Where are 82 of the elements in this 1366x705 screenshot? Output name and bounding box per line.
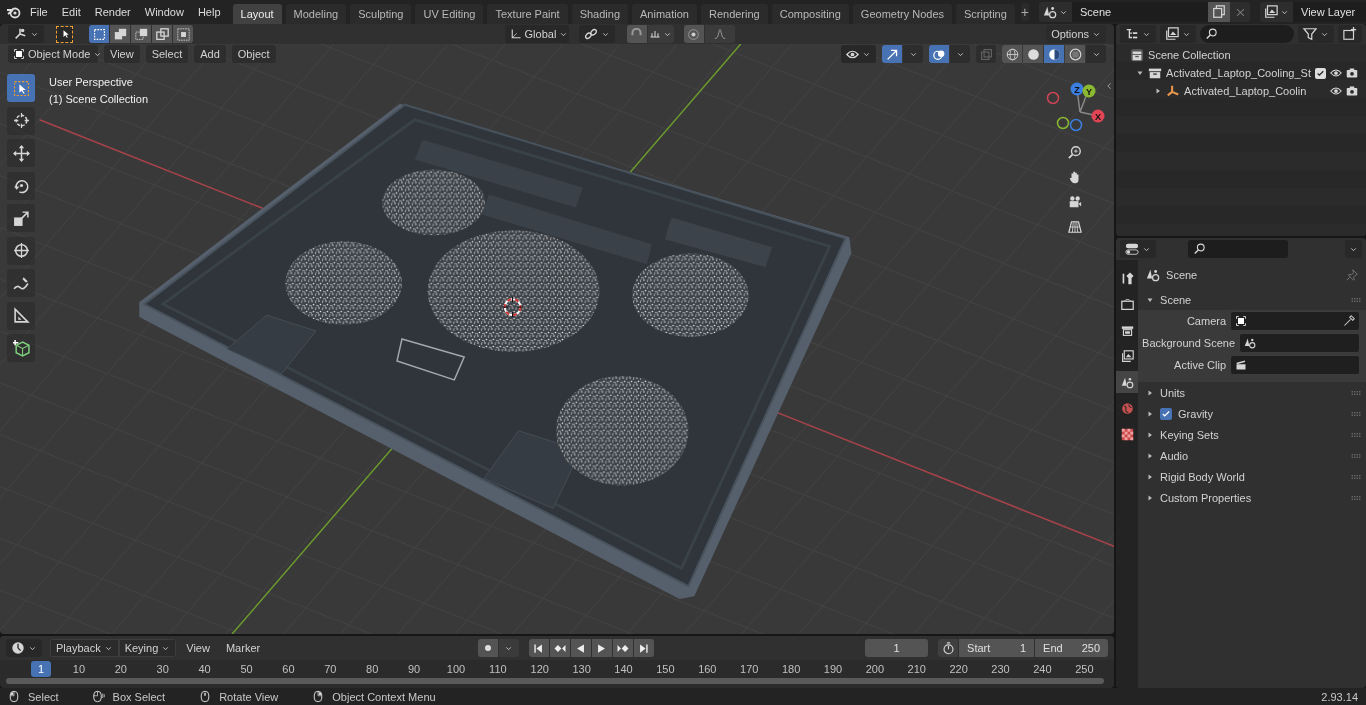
frame-number: 190 (822, 662, 844, 677)
status-hint-label: Object Context Menu (332, 690, 436, 703)
viewport-menu[interactable]: Add (194, 45, 226, 63)
add-workspace-button[interactable]: + (1020, 3, 1029, 21)
workspace-tab[interactable]: Rendering (700, 4, 768, 24)
frame-number: 210 (906, 662, 927, 677)
frame-number: 110 (488, 662, 508, 677)
timeline-menu[interactable]: View (180, 642, 216, 654)
start-frame-field[interactable]: Start 1 (959, 639, 1035, 657)
outliner-item-label[interactable]: Activated_Laptop_Coolin (1184, 85, 1326, 97)
status-hint-label: Rotate View (219, 690, 279, 703)
menu-item[interactable]: Edit (55, 3, 87, 21)
workspace-tab[interactable]: Texture Paint (487, 4, 568, 24)
context-breadcrumb: Scene (1166, 269, 1199, 281)
menu-item[interactable]: Help (191, 3, 227, 21)
transform-orientation-dropdown[interactable]: Global (504, 25, 569, 43)
scene-name-field[interactable]: Scene (1072, 2, 1208, 22)
workspace-tab[interactable]: Geometry Nodes (852, 4, 952, 24)
playhead-frame-marker[interactable]: 1 (31, 661, 51, 677)
frame-number: 160 (697, 662, 718, 677)
workspace-tab[interactable]: Modeling (285, 4, 347, 24)
current-frame-field[interactable]: 1 (865, 639, 929, 657)
viewport-menu[interactable]: Select (145, 45, 189, 63)
frame-number: 20 (113, 662, 128, 677)
frame-number: 60 (281, 662, 296, 677)
timeline-dropdown[interactable]: Keying (118, 639, 177, 657)
frame-number: 70 (323, 662, 338, 677)
status-hint-label: Box Select (112, 690, 166, 703)
frame-number: 220 (948, 662, 969, 677)
workspace-tab[interactable]: Layout (232, 4, 282, 24)
panel-title[interactable]: Rigid Body World (1160, 470, 1344, 483)
panel-title[interactable]: Keying Sets (1160, 428, 1344, 441)
frame-number: 120 (529, 662, 550, 677)
y-axis-handle[interactable]: Y (1082, 84, 1096, 98)
frame-number: 140 (613, 662, 634, 677)
frame-number: 130 (571, 662, 592, 677)
field-label: Background Scene (1142, 337, 1235, 349)
viewport-info-text: User Perspective (49, 76, 134, 89)
panel-title[interactable]: Gravity (1178, 407, 1344, 420)
frame-number: 230 (990, 662, 1011, 677)
frame-number: 30 (155, 662, 170, 677)
timeline-menu[interactable]: Marker (219, 642, 267, 654)
z-axis-handle[interactable]: Z (1070, 82, 1084, 96)
version-label: 2.93.14 (1321, 690, 1358, 703)
timeline-dropdown[interactable]: Playback (50, 639, 119, 657)
frame-number: 170 (739, 662, 760, 677)
frame-number: 150 (655, 662, 676, 677)
x-axis-handle[interactable]: X (1091, 109, 1105, 123)
frame-number: 180 (780, 662, 802, 677)
frame-number: 200 (864, 662, 886, 677)
menu-item[interactable]: Render (88, 3, 137, 21)
workspace-tab[interactable]: Animation (632, 4, 697, 24)
end-frame-field[interactable]: End 250 (1035, 639, 1109, 657)
frame-number: 90 (406, 662, 422, 677)
frame-number: 240 (1032, 662, 1053, 677)
frame-number: 40 (197, 662, 212, 677)
view-layer-name-field[interactable]: View Layer (1293, 2, 1366, 22)
options-dropdown[interactable]: Options (1046, 25, 1107, 43)
field-label: Active Clip (1173, 359, 1227, 371)
status-hint-label: Select (28, 690, 59, 703)
menu-item[interactable]: File (24, 3, 54, 21)
frame-number: 10 (71, 662, 87, 677)
workspace-tab[interactable]: Scripting (956, 4, 1015, 24)
panel-title[interactable]: Units (1160, 386, 1344, 399)
viewport-info-text: (1) Scene Collection (49, 93, 149, 106)
workspace-tab[interactable]: Compositing (771, 4, 849, 24)
panel-title[interactable]: Audio (1160, 449, 1344, 462)
viewport-menu[interactable]: View (104, 45, 140, 63)
outliner-item-label[interactable]: Activated_Laptop_Cooling_St (1166, 67, 1311, 79)
menu-item[interactable]: Window (138, 3, 190, 21)
workspace-tab[interactable]: UV Editing (415, 4, 484, 24)
frame-number: 100 (445, 662, 467, 677)
workspace-tab[interactable]: Sculpting (350, 4, 412, 24)
outliner-item-label[interactable]: Scene Collection (1148, 49, 1358, 61)
viewport-menu[interactable]: Object (231, 45, 276, 63)
frame-number: 50 (239, 662, 254, 677)
field-label: Camera (1185, 315, 1227, 327)
panel-title[interactable]: Custom Properties (1160, 491, 1344, 504)
frame-number: 80 (365, 662, 380, 677)
frame-number: 250 (1074, 662, 1095, 677)
mode-dropdown[interactable]: Object Mode (8, 45, 98, 63)
workspace-tab[interactable]: Shading (571, 4, 629, 24)
